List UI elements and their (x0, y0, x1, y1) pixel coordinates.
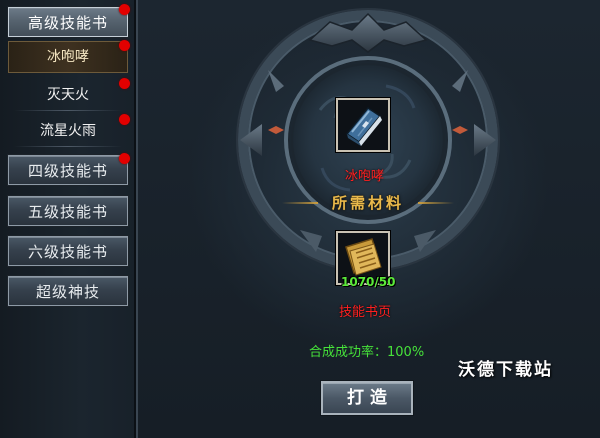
target-item-slot[interactable] (336, 98, 390, 152)
notification-dot (119, 114, 130, 125)
sub-item-label: 流星火雨 (40, 123, 96, 139)
watermark: 沃德下载站 (458, 360, 553, 380)
material-count: 1070/50 (341, 275, 396, 289)
notification-dot (119, 78, 130, 89)
sub-item-ice-roar[interactable]: 冰咆哮 (8, 41, 128, 73)
craft-button[interactable]: 打造 (321, 381, 413, 415)
sub-item-destroy-sky-fire[interactable]: 灭天火 (8, 79, 128, 111)
divider (14, 110, 122, 111)
header-right-ornament (418, 202, 454, 204)
sub-item-meteor-fire-rain[interactable]: 流星火雨 (8, 115, 128, 147)
success-rate: 合成成功率：100% (309, 345, 425, 360)
divider (14, 146, 122, 147)
material-name: 技能书页 (339, 305, 392, 320)
notification-dot (119, 4, 130, 15)
sub-item-label: 灭天火 (47, 87, 89, 103)
target-item-name: 冰咆哮 (345, 169, 385, 184)
category-button-level4-skill-book[interactable]: 四级技能书 (8, 155, 128, 185)
materials-header: 所需材料 (282, 193, 454, 213)
category-button-level5-skill-book[interactable]: 五级技能书 (8, 196, 128, 226)
category-button-advanced-skill-book[interactable]: 高级技能书 (8, 7, 128, 37)
materials-header-text: 所需材料 (331, 194, 404, 212)
skill-category-sidebar: 高级技能书 冰咆哮 灭天火 流星火雨 四级技能书 五级技能书 六级技能书 超级神… (0, 0, 138, 438)
category-button-super-skill[interactable]: 超级神技 (8, 276, 128, 306)
blue-skill-book-icon (338, 100, 388, 150)
category-button-level6-skill-book[interactable]: 六级技能书 (8, 236, 128, 266)
notification-dot (119, 40, 130, 51)
sub-item-label: 冰咆哮 (47, 49, 89, 65)
header-left-ornament (282, 202, 318, 204)
notification-dot (119, 153, 130, 164)
